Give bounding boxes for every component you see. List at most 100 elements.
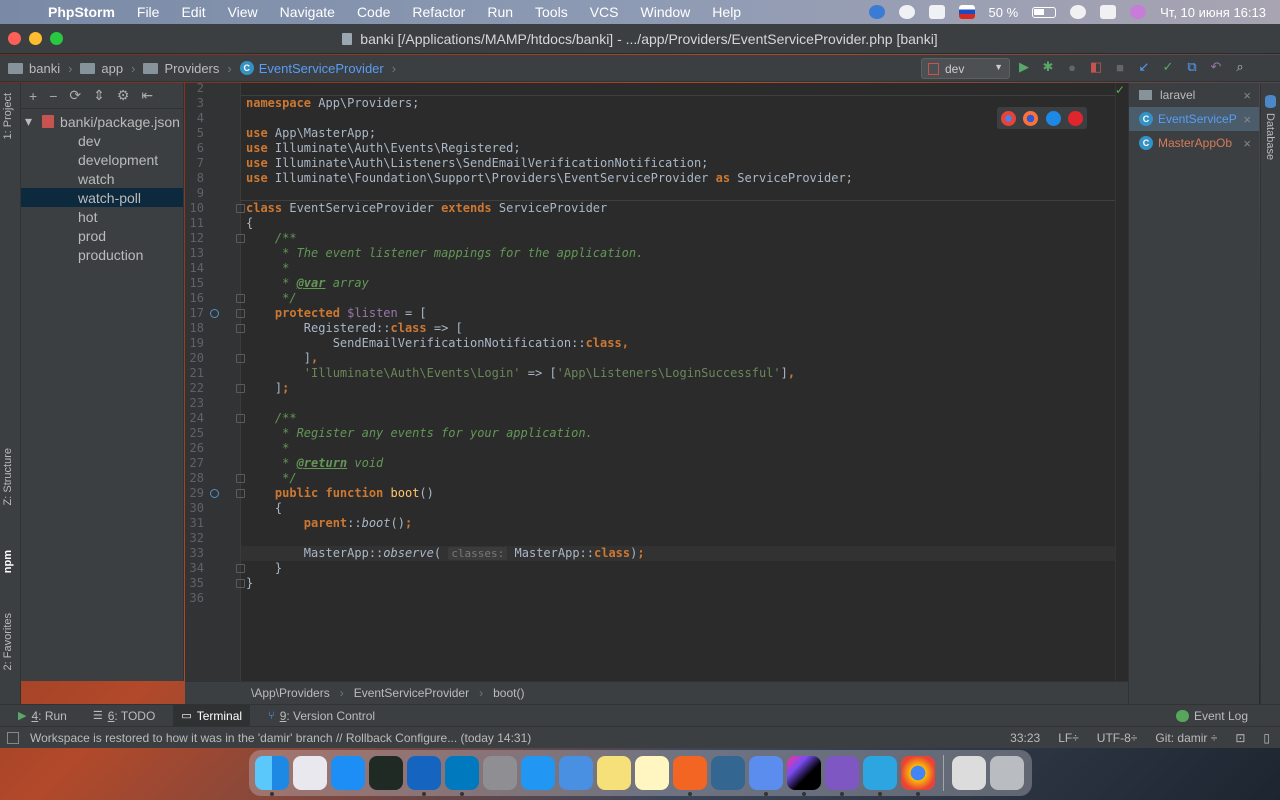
breadcrumb-banki[interactable]: banki ›: [8, 61, 72, 76]
close-icon[interactable]: ×: [1243, 112, 1251, 127]
notes-icon[interactable]: [597, 756, 631, 790]
menu-refactor[interactable]: Refactor: [412, 4, 465, 20]
folder-icon[interactable]: [952, 756, 986, 790]
sourcetree-icon[interactable]: [407, 756, 441, 796]
telegram-icon[interactable]: [863, 756, 897, 796]
inspection-ok-icon[interactable]: ✓: [1115, 83, 1125, 97]
tab-eventserviceprovider[interactable]: C EventServiceP ×: [1129, 107, 1259, 131]
fold-marker-icon[interactable]: [236, 564, 245, 573]
tool-todo[interactable]: ☰ 6: TODO: [85, 705, 163, 727]
fold-marker-icon[interactable]: [236, 324, 245, 333]
fold-marker-icon[interactable]: [236, 294, 245, 303]
code-text[interactable]: SendEmailVerificationNotification::class…: [246, 336, 629, 351]
code-text[interactable]: * The event listener mappings for the ap…: [246, 246, 643, 261]
code-text[interactable]: }: [246, 576, 253, 591]
profile-icon[interactable]: ◧: [1088, 59, 1104, 75]
menu-edit[interactable]: Edit: [181, 4, 205, 20]
breadcrumb-eventserviceprovider[interactable]: C EventServiceProvider ›: [239, 61, 396, 76]
code-text[interactable]: {: [246, 501, 282, 516]
firefox-icon[interactable]: [1023, 110, 1039, 126]
breadcrumb-app[interactable]: app ›: [80, 61, 135, 76]
database-icon[interactable]: [1265, 95, 1276, 108]
battery-icon[interactable]: [1032, 6, 1057, 18]
activity-monitor-icon[interactable]: [369, 756, 403, 790]
refresh-icon[interactable]: ⟳: [69, 87, 81, 104]
code-text[interactable]: parent::boot();: [246, 516, 412, 531]
code-editor[interactable]: 2 3 namespace App\Providers; 4 5 use App\Mast…: [185, 83, 1128, 681]
launchpad-icon[interactable]: [293, 756, 327, 790]
menu-window[interactable]: Window: [641, 4, 691, 20]
crumb-method[interactable]: boot(): [493, 686, 524, 700]
menu-run[interactable]: Run: [487, 4, 513, 20]
code-text[interactable]: class EventServiceProvider extends Servi…: [246, 201, 607, 216]
code-text[interactable]: use Illuminate\Foundation\Support\Provid…: [246, 171, 853, 186]
vscode-icon[interactable]: [825, 756, 859, 796]
menu-code[interactable]: Code: [357, 4, 390, 20]
tableplus-icon[interactable]: [749, 756, 783, 796]
tool-windows-toggle-icon[interactable]: [7, 732, 19, 744]
chrome-icon[interactable]: [901, 756, 935, 796]
fold-marker-icon[interactable]: [236, 579, 245, 588]
menu-app-name[interactable]: PhpStorm: [48, 4, 115, 20]
vcs-commit-icon[interactable]: ✓: [1160, 59, 1176, 75]
phpstorm-icon[interactable]: [787, 756, 821, 796]
code-text[interactable]: * Register any events for your applicati…: [246, 426, 593, 441]
override-marker-icon[interactable]: [210, 309, 219, 318]
code-text[interactable]: protected $listen = [: [246, 306, 427, 321]
tree-item-development[interactable]: development: [21, 150, 183, 169]
code-text[interactable]: * @var array: [246, 276, 369, 291]
trello-icon[interactable]: [445, 756, 479, 796]
code-text[interactable]: Registered::class => [: [246, 321, 463, 336]
code-text[interactable]: *: [246, 441, 289, 456]
debug-icon[interactable]: ✱: [1040, 59, 1056, 75]
tab-structure[interactable]: Z: Structure: [2, 448, 14, 505]
minimize-window-button[interactable]: [29, 32, 42, 45]
add-icon[interactable]: +: [29, 88, 37, 104]
crumb-namespace[interactable]: \App\Providers: [251, 686, 330, 700]
search-everywhere-icon[interactable]: ⌕: [1232, 59, 1248, 75]
menu-navigate[interactable]: Navigate: [280, 4, 335, 20]
fold-marker-icon[interactable]: [236, 414, 245, 423]
tab-favorites[interactable]: 2: Favorites: [2, 613, 14, 670]
code-text[interactable]: public function boot(): [246, 486, 434, 501]
fold-marker-icon[interactable]: [236, 489, 245, 498]
menu-help[interactable]: Help: [712, 4, 741, 20]
menu-file[interactable]: File: [137, 4, 160, 20]
expand-all-icon[interactable]: ⇕: [93, 87, 105, 104]
tree-root-package-json[interactable]: ▾ banki/package.json: [21, 112, 183, 131]
pgadmin-icon[interactable]: [711, 756, 745, 790]
input-source-flag-icon[interactable]: [958, 5, 975, 19]
tab-npm[interactable]: npm: [2, 550, 14, 573]
tab-project[interactable]: 1: Project: [2, 93, 14, 139]
fold-marker-icon[interactable]: [236, 234, 245, 243]
code-text[interactable]: * @return void: [246, 456, 383, 471]
chevron-down-icon[interactable]: ▾: [25, 113, 32, 130]
tab-laravel[interactable]: laravel ×: [1129, 83, 1259, 107]
git-branch[interactable]: Git: damir ÷: [1155, 731, 1217, 745]
app-store-icon[interactable]: [331, 756, 365, 790]
stickies-icon[interactable]: [635, 756, 669, 790]
tree-item-production[interactable]: production: [21, 245, 183, 264]
code-text[interactable]: }: [246, 561, 282, 576]
control-center-icon[interactable]: [1100, 5, 1117, 19]
event-log-button[interactable]: Event Log: [1175, 709, 1248, 723]
coverage-icon[interactable]: ●: [1064, 59, 1080, 75]
telegram-status-icon[interactable]: [898, 5, 915, 19]
vcs-rollback-icon[interactable]: ↶: [1208, 59, 1224, 75]
code-text[interactable]: MasterApp::observe( classes: MasterApp::…: [246, 546, 645, 561]
menu-vcs[interactable]: VCS: [590, 4, 619, 20]
run-configuration-select[interactable]: dev ▼: [921, 58, 1010, 79]
tree-item-watch[interactable]: watch: [21, 169, 183, 188]
tree-item-watch-poll[interactable]: watch-poll: [21, 188, 183, 207]
tab-database[interactable]: Database: [1264, 113, 1276, 160]
finder-icon[interactable]: [255, 756, 289, 796]
breadcrumb-providers[interactable]: Providers ›: [143, 61, 232, 76]
code-text[interactable]: ];: [246, 381, 289, 396]
code-text[interactable]: /**: [246, 411, 297, 426]
tool-terminal[interactable]: ▭ Terminal: [173, 704, 251, 727]
fold-marker-icon[interactable]: [236, 354, 245, 363]
menu-view[interactable]: View: [228, 4, 258, 20]
menubar-datetime[interactable]: Чт, 10 июня 16:13: [1160, 5, 1266, 20]
code-text[interactable]: ],: [246, 351, 318, 366]
caret-position[interactable]: 33:23: [1010, 731, 1040, 745]
